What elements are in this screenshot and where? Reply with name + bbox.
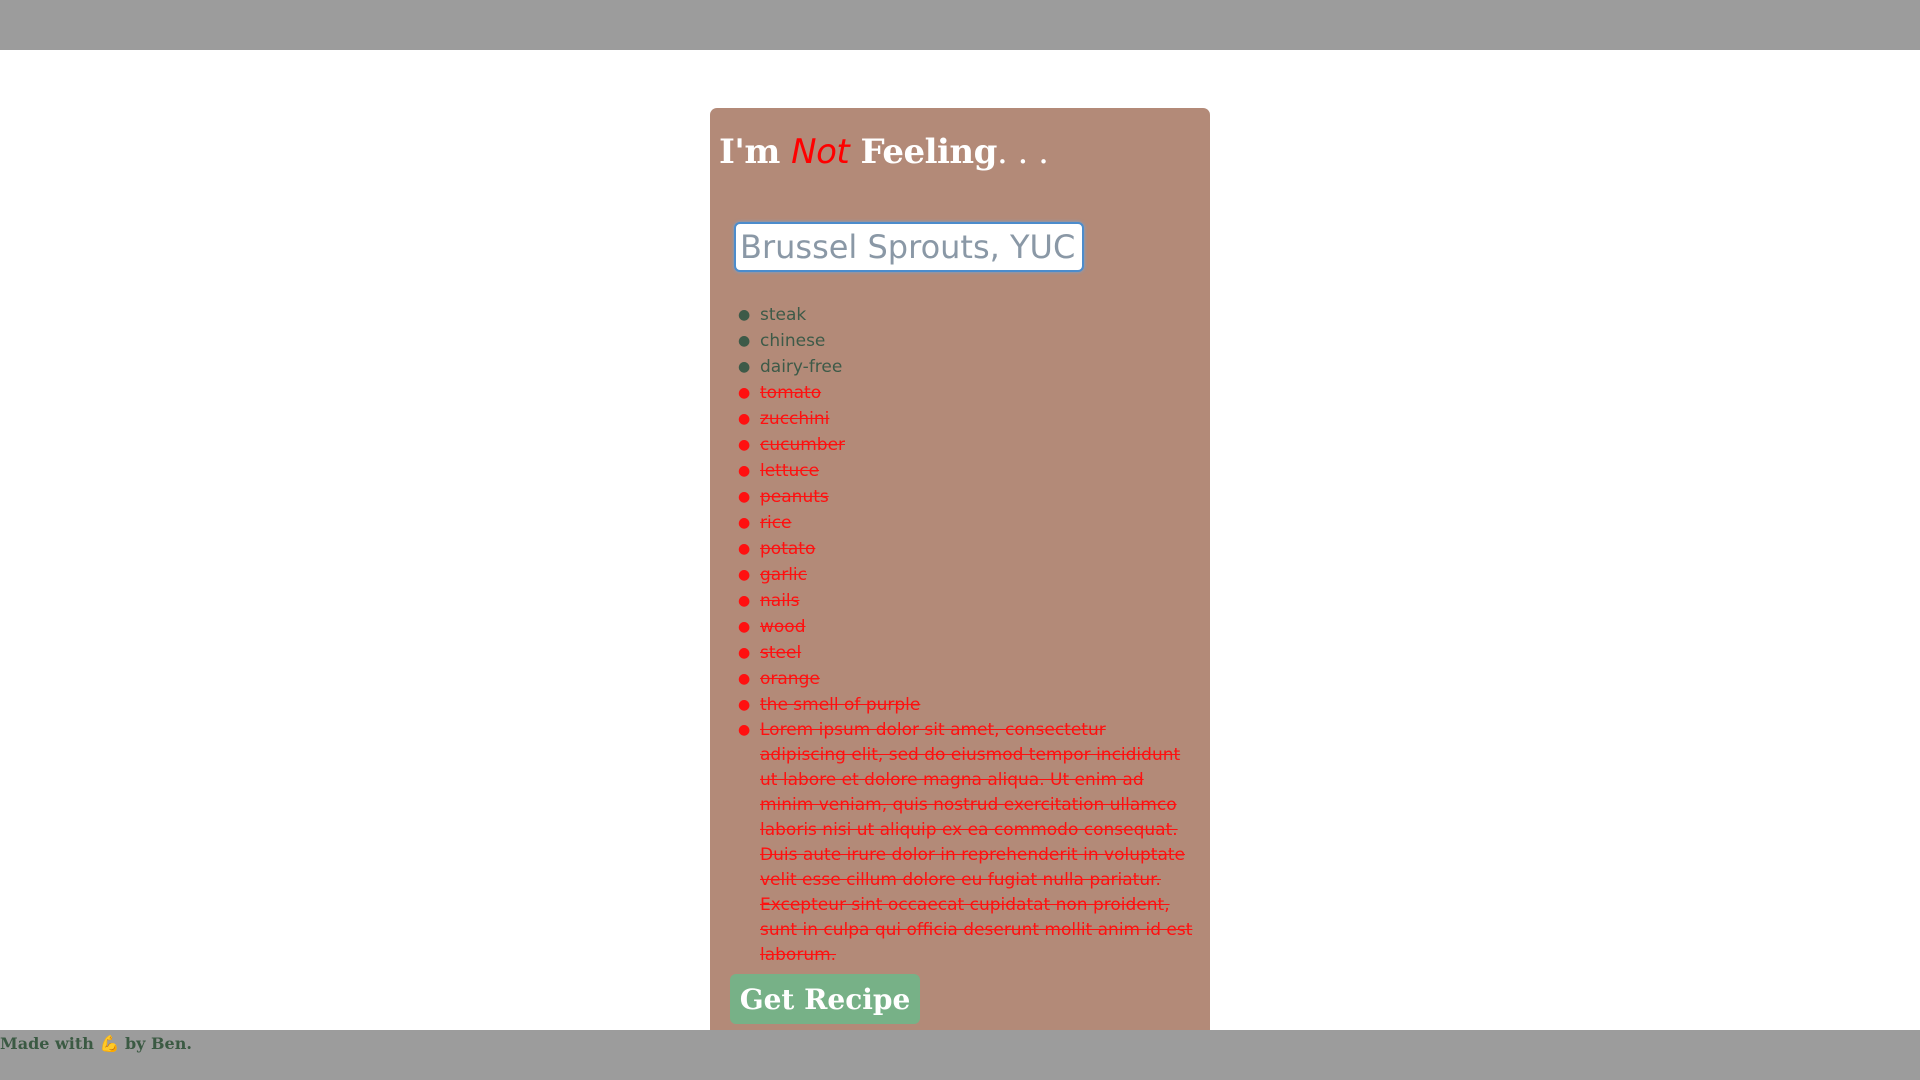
food-item-label: the smell of purple — [760, 695, 921, 715]
disliked-food-item[interactable]: ● lettuce — [734, 458, 1194, 484]
bullet-icon: ● — [738, 567, 751, 583]
disliked-food-item[interactable]: ● peanuts — [734, 484, 1194, 510]
bullet-icon: ● — [738, 515, 751, 531]
food-item-label: dairy-free — [760, 357, 843, 377]
food-input[interactable] — [734, 222, 1084, 272]
disliked-food-item[interactable]: ● cucumber — [734, 432, 1194, 458]
bullet-icon: ● — [738, 463, 751, 479]
title-prefix: I'm — [719, 132, 792, 172]
disliked-food-item[interactable]: ● wood — [734, 614, 1194, 640]
bullet-icon: ● — [738, 437, 751, 453]
food-item-label: orange — [760, 669, 820, 689]
footer — [0, 1030, 1920, 1080]
food-item-label: nails — [760, 591, 800, 611]
liked-food-item[interactable]: ● chinese — [734, 328, 1194, 354]
food-item-label: garlic — [760, 565, 807, 585]
disliked-food-item[interactable]: ● steel — [734, 640, 1194, 666]
footer-credit: Made with 💪 by Ben. — [0, 1034, 192, 1053]
bullet-icon: ● — [738, 541, 751, 557]
disliked-food-item[interactable]: ● the smell of purple — [734, 692, 1194, 718]
title-dots: . . . — [996, 132, 1049, 172]
food-item-label: chinese — [760, 331, 826, 351]
bullet-icon: ● — [738, 385, 751, 401]
footer-by: by Ben. — [124, 1034, 192, 1053]
food-item-label: cucumber — [760, 435, 846, 455]
disliked-food-item[interactable]: ● potato — [734, 536, 1194, 562]
bullet-icon: ● — [738, 619, 751, 635]
food-item-label: Lorem ipsum dolor sit amet, consectetur … — [760, 720, 1193, 965]
food-item-label: rice — [760, 513, 792, 533]
food-item-label: wood — [760, 617, 806, 637]
liked-food-item[interactable]: ● steak — [734, 302, 1194, 328]
bullet-icon: ● — [738, 359, 751, 375]
liked-food-item[interactable]: ● dairy-free — [734, 354, 1194, 380]
food-item-label: peanuts — [760, 487, 829, 507]
food-list: ● steak ● chinese ● dairy-free ● tomato ● zucchin… — [734, 302, 1194, 968]
disliked-food-item[interactable]: ● garlic — [734, 562, 1194, 588]
disliked-food-item[interactable]: ● rice — [734, 510, 1194, 536]
food-item-label: potato — [760, 539, 816, 559]
disliked-food-item[interactable]: ● tomato — [734, 380, 1194, 406]
bullet-icon: ● — [738, 593, 751, 609]
disliked-food-item[interactable]: ● Lorem ipsum dolor sit amet, consectetur… — [734, 718, 1194, 968]
title-suffix: Feeling — [849, 132, 998, 172]
page-title: I'm Not Feeling. . . — [719, 132, 1049, 172]
top-bar — [0, 0, 1920, 50]
bullet-icon: ● — [738, 411, 751, 427]
bullet-icon: ● — [738, 671, 751, 687]
disliked-food-item[interactable]: ● zucchini — [734, 406, 1194, 432]
bullet-icon: ● — [738, 697, 751, 713]
bullet-icon: ● — [738, 722, 751, 738]
flexed-biceps-icon: 💪 — [99, 1034, 120, 1053]
title-emphasis: Not — [791, 132, 850, 172]
footer-made-with: Made with — [0, 1034, 94, 1053]
bullet-icon: ● — [738, 489, 751, 505]
get-recipe-button[interactable]: Get Recipe — [730, 974, 920, 1024]
food-item-label: zucchini — [760, 409, 830, 429]
disliked-food-item[interactable]: ● nails — [734, 588, 1194, 614]
food-item-label: steak — [760, 305, 807, 325]
bullet-icon: ● — [738, 307, 751, 323]
bullet-icon: ● — [738, 333, 751, 349]
food-item-label: lettuce — [760, 461, 820, 481]
food-item-label: tomato — [760, 383, 822, 403]
food-item-label: steel — [760, 643, 802, 663]
main-card: I'm Not Feeling. . . ● steak ● chinese ● dair… — [710, 108, 1210, 1030]
bullet-icon: ● — [738, 645, 751, 661]
disliked-food-item[interactable]: ● orange — [734, 666, 1194, 692]
